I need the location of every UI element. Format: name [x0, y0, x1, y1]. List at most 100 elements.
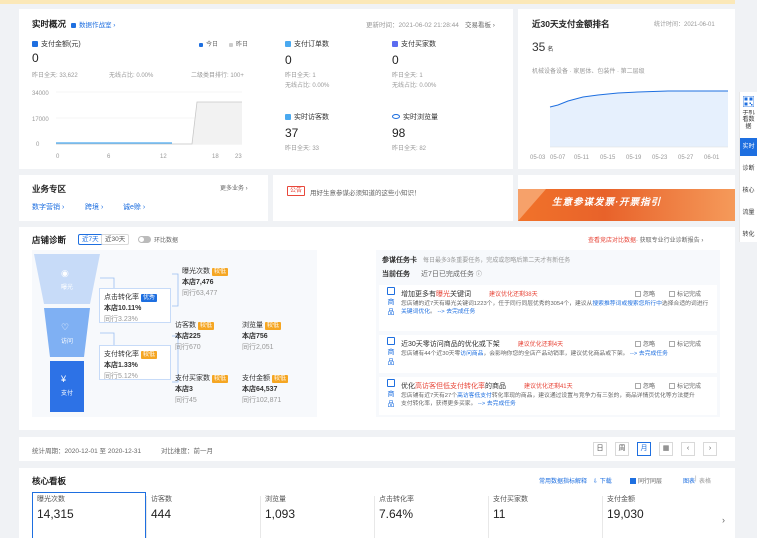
task-description: 您店铺的近7天有曝光关键词1223个，任于同行同层优秀的3054个，建议从搜索推…: [401, 301, 709, 315]
side-nav-diagnosis[interactable]: 诊断: [740, 163, 757, 172]
heart-icon: ♡: [61, 322, 70, 332]
pay-amount-yesterday: 昨日全天: 33,622: [32, 73, 78, 79]
metric-tile-pageviews[interactable]: 浏览量 1,093: [265, 494, 295, 538]
metric-tile-pay-amount[interactable]: 支付金额 19,030: [607, 494, 644, 538]
metric-visitors: 实时访客数 37 昨日全天: 33: [285, 114, 329, 152]
core-title: 核心看板: [32, 476, 67, 486]
metric-explain-link[interactable]: 常用数据指标解释: [539, 476, 587, 485]
task-ignore[interactable]: 忽略: [635, 339, 655, 348]
orders-icon: [285, 41, 291, 47]
notice-tag: 公告: [287, 186, 306, 196]
metric-tile-click-rate[interactable]: 点击转化率 7.64%: [379, 494, 414, 538]
exposure-metric: 曝光次数 较低 本店7,476 同行63,477: [182, 268, 228, 297]
task-item: 商品 优化高访客但低支付转化率的商品 建议优化还剩41天 忽略 标记完成 您店铺…: [379, 377, 717, 415]
notice-text[interactable]: 用好生意参谋必须知道的这些小知识！: [310, 187, 421, 197]
funnel-label-exposure: 曝光: [61, 285, 74, 291]
tab-7-days[interactable]: 近7天: [78, 234, 103, 245]
trade-board-link[interactable]: 交易看板 ›: [465, 19, 495, 29]
side-nav-conversion[interactable]: 转化: [740, 229, 757, 238]
download-button[interactable]: ⇩ 下载: [593, 476, 612, 485]
banner-text: 生意参谋发票·开票指引: [552, 197, 662, 208]
task-ignore[interactable]: 忽略: [635, 381, 655, 390]
current-task-label[interactable]: 当前任务: [382, 269, 410, 279]
period-month-button[interactable]: 月: [637, 442, 651, 456]
period-week-button[interactable]: 周: [615, 442, 629, 456]
task-item: 商品 增加更多有曝光关键词 建议优化还剩38天 忽略 标记完成 您店铺的近7天有…: [379, 285, 717, 331]
funnel-label-visit: 访问: [61, 339, 74, 345]
money-icon: [32, 41, 38, 47]
task-description: 您店铺有44个近30天零访问商品，会影响你您的全店产品动销率，建议优化商品或下架…: [401, 351, 668, 357]
task-mark-done[interactable]: 标记完成: [669, 339, 701, 348]
x-tick: 12: [160, 154, 167, 160]
coin-icon: ¥: [61, 374, 67, 384]
toggle-switch[interactable]: [138, 236, 151, 243]
qr-code-icon[interactable]: [740, 96, 757, 107]
diagnosis-title: 店铺诊断: [32, 235, 67, 245]
task-mark-done[interactable]: 标记完成: [669, 289, 701, 298]
tab-30-days[interactable]: 近30天: [101, 234, 130, 245]
realtime-chart: 34000 17000 0 0 6 12 18 23: [32, 91, 242, 160]
diagnosis-right-links[interactable]: 查看竞店对比数据· 获取专业行业诊断报告 ›: [588, 235, 703, 244]
legend-yesterday: 昨日: [229, 39, 248, 48]
realtime-card: 实时概况 数据作战室 › 更新时间：2021-06-02 21:28:44 交易…: [19, 9, 513, 169]
click-rate-tag: 优秀: [140, 294, 157, 302]
visitors-icon: [285, 114, 291, 120]
download-icon: ⇩: [593, 479, 599, 485]
metric-pay-orders: 支付订单数 0 昨日全天: 1 无线占比: 0.00%: [285, 41, 330, 89]
side-nav-realtime[interactable]: 实时: [740, 138, 757, 156]
peer-avg-checkbox[interactable]: 同行同层: [630, 476, 662, 485]
task-ignore[interactable]: 忽略: [635, 289, 655, 298]
x-tick: 05-23: [652, 155, 668, 161]
ranking-chart: 05-03 05-07 05-11 05-15 05-19 05-23 05-2…: [530, 90, 728, 161]
mobile-data-label[interactable]: 手机看数据: [740, 110, 757, 130]
period-day-button[interactable]: 日: [593, 442, 607, 456]
funnel-area: ◉ 曝光 ♡ 访问 ¥ 支付 点击转化率 优秀 本店10.11% 同行3.23%…: [32, 250, 317, 417]
ranking-value: 35 名: [532, 40, 554, 54]
realtime-title: 实时概况: [32, 19, 67, 29]
calendar-icon[interactable]: ▦: [659, 442, 673, 456]
x-tick: 05-19: [626, 155, 642, 161]
funnel-pay: [50, 361, 84, 412]
ring-toggle[interactable]: 环比数据: [138, 235, 178, 244]
data-war-room-link[interactable]: 数据作战室 ›: [71, 19, 115, 29]
view-divider: |: [695, 476, 697, 482]
promo-banner[interactable]: 生意参谋发票·开票指引: [518, 175, 735, 221]
pageviews-metric: 浏览量 较低 本店756 同行2,051: [242, 322, 281, 351]
x-tick: 06-01: [704, 155, 720, 161]
x-tick: 23: [235, 154, 242, 160]
metric-tile-visitors[interactable]: 访客数 444: [151, 494, 172, 538]
side-nav-traffic[interactable]: 流量: [740, 207, 757, 216]
done-task-link[interactable]: 近7日已完成任务 ⓘ: [421, 269, 482, 279]
funnel-exposure: [34, 254, 100, 304]
next-period-button[interactable]: ›: [703, 442, 717, 456]
task-mark-done[interactable]: 标记完成: [669, 381, 701, 390]
buyers-icon: [392, 41, 398, 47]
x-tick: 05-11: [574, 155, 590, 161]
x-tick: 18: [212, 154, 219, 160]
more-business-link[interactable]: 更多业务 ›: [220, 183, 248, 192]
pay-rate-tag: 较低: [140, 351, 157, 359]
business-link-credit[interactable]: 诚e赊 ›: [123, 202, 145, 212]
task-heading: 增加更多有曝光关键词 建议优化还剩38天: [401, 291, 538, 298]
ranking-area: [550, 91, 728, 147]
help-icon: ⓘ: [475, 272, 482, 278]
metrics-next-icon[interactable]: ›: [722, 515, 725, 525]
prev-period-button[interactable]: ‹: [681, 442, 695, 456]
chart-view-toggle[interactable]: 图表: [683, 476, 695, 485]
business-link-digital[interactable]: 数字营销 ›: [32, 202, 64, 212]
task-action-link[interactable]: --> 去完成任务: [630, 351, 668, 357]
x-tick: 05-27: [678, 155, 694, 161]
pay-amount-metric: 支付金额 较低 本店64,537 同行102,871: [242, 375, 288, 404]
side-nav-core[interactable]: 核心: [740, 185, 757, 194]
metric-tile-pay-buyers[interactable]: 支付买家数 11: [493, 494, 528, 538]
metric-tile-exposure[interactable]: 曝光次数 14,315: [37, 494, 74, 538]
diagnosis-card: 店铺诊断 近7天 近30天 环比数据 查看竞店对比数据· 获取专业行业诊断报告 …: [19, 227, 735, 430]
task-action-link[interactable]: --> 去完成任务: [478, 401, 516, 407]
task-action-link[interactable]: --> 去完成任务: [437, 309, 475, 315]
business-card: 业务专区 更多业务 › 数字营销 › 跨境 › 诚e赊 ›: [19, 175, 268, 221]
views-icon: [392, 114, 400, 119]
pay-buyers-metric: 支付买家数 较低 本店3 同行45: [175, 375, 228, 404]
pay-amount-wireless: 无线占比: 0.00%: [109, 73, 154, 79]
business-link-cross-border[interactable]: 跨境 ›: [85, 202, 103, 212]
table-view-toggle[interactable]: 表格: [699, 476, 711, 485]
